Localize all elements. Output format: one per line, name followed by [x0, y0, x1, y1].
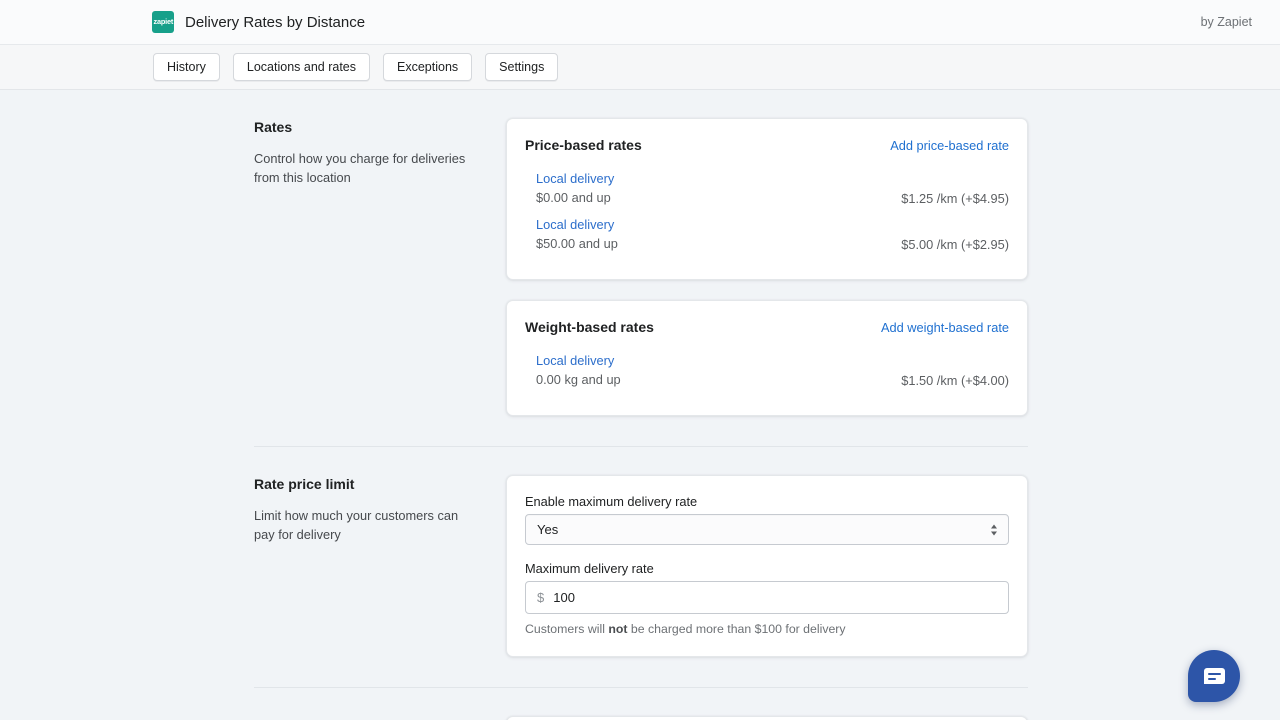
section-rates: Rates Control how you charge for deliver… — [0, 118, 1280, 416]
weight-based-rates-title: Weight-based rates — [525, 319, 654, 335]
rate-name-link[interactable]: Local delivery — [536, 352, 621, 370]
add-weight-based-rate-link[interactable]: Add weight-based rate — [881, 320, 1009, 335]
app-header: zapiet Delivery Rates by Distance by Zap… — [0, 0, 1280, 45]
currency-symbol: $ — [537, 590, 545, 605]
add-price-based-rate-link[interactable]: Add price-based rate — [890, 138, 1009, 153]
max-delivery-rate-help: Customers will not be charged more than … — [525, 622, 1009, 636]
max-delivery-rate-input-wrap[interactable]: $ — [525, 581, 1009, 614]
table-row: Local delivery 0.00 kg and up $1.50 /km … — [525, 347, 1009, 393]
page-title: Delivery Rates by Distance — [185, 13, 366, 31]
section-rate-price-limit-card-wrap: Enable maximum delivery rate Yes Maximum… — [506, 475, 1028, 657]
help-emphasis: not — [608, 622, 628, 636]
section-rate-price-limit-description: Limit how much your customers can pay fo… — [254, 508, 459, 542]
price-based-rates-card: Price-based rates Add price-based rate L… — [506, 118, 1028, 280]
section-rates-title: Rates — [254, 119, 293, 135]
tab-history[interactable]: History — [153, 53, 220, 81]
rate-threshold: $0.00 and up — [536, 190, 611, 205]
enable-max-delivery-rate-select-wrap: Yes — [525, 514, 1009, 545]
section-rates-info: Rates Control how you charge for deliver… — [254, 118, 506, 187]
rate-threshold: 0.00 kg and up — [536, 372, 621, 387]
chat-bubble-icon — [1203, 668, 1225, 684]
rate-name-link[interactable]: Local delivery — [536, 170, 614, 188]
tab-settings[interactable]: Settings — [485, 53, 559, 81]
weight-based-rate-list: Local delivery 0.00 kg and up $1.50 /km … — [507, 335, 1027, 415]
price-based-rates-header: Price-based rates Add price-based rate — [507, 119, 1027, 153]
rate-threshold: $50.00 and up — [536, 236, 618, 251]
section-rate-price-limit: Rate price limit Limit how much your cus… — [0, 475, 1280, 657]
max-delivery-rate-input[interactable] — [553, 590, 997, 605]
enable-max-delivery-rate-select[interactable]: Yes — [525, 514, 1009, 545]
brand: zapiet Delivery Rates by Distance — [152, 11, 365, 33]
rate-name-link[interactable]: Local delivery — [536, 216, 618, 234]
zapiet-logo-icon: zapiet — [152, 11, 174, 33]
tab-exceptions[interactable]: Exceptions — [383, 53, 473, 81]
weight-based-rates-header: Weight-based rates Add weight-based rate — [507, 301, 1027, 335]
rate-price-limit-card: Enable maximum delivery rate Yes Maximum… — [506, 475, 1028, 657]
help-suffix: be charged more than $100 for delivery — [627, 622, 846, 636]
page-body: Rates Control how you charge for deliver… — [0, 90, 1280, 720]
table-row: Local delivery $0.00 and up $1.25 /km (+… — [525, 165, 1009, 211]
section-divider — [254, 687, 1028, 688]
tab-locations-and-rates[interactable]: Locations and rates — [232, 53, 371, 81]
rate-price: $1.25 /km (+$4.95) — [901, 191, 1009, 206]
section-rate-price-limit-title: Rate price limit — [254, 476, 355, 492]
app-byline: by Zapiet — [1200, 15, 1252, 29]
enable-max-delivery-rate-label: Enable maximum delivery rate — [525, 494, 698, 509]
nav-tab-bar: History Locations and rates Exceptions S… — [0, 45, 1280, 90]
section-advanced-card-wrap: Manually set latitude and longitude No — [506, 716, 1028, 720]
table-row: Local delivery $50.00 and up $5.00 /km (… — [525, 211, 1009, 257]
zapiet-logo-text: zapiet — [153, 18, 173, 26]
max-delivery-rate-group: Maximum delivery rate $ Customers will n… — [525, 561, 1009, 636]
section-divider — [254, 446, 1028, 447]
section-rates-cards: Price-based rates Add price-based rate L… — [506, 118, 1028, 416]
section-advanced: Advanced If the From section in History … — [0, 716, 1280, 720]
rate-price: $1.50 /km (+$4.00) — [901, 373, 1009, 388]
weight-based-rates-card: Weight-based rates Add weight-based rate… — [506, 300, 1028, 416]
price-based-rate-list: Local delivery $0.00 and up $1.25 /km (+… — [507, 153, 1027, 279]
advanced-card: Manually set latitude and longitude No — [506, 716, 1028, 720]
chat-launcher-button[interactable] — [1188, 650, 1240, 702]
section-advanced-info: Advanced If the From section in History … — [254, 716, 506, 720]
price-based-rates-title: Price-based rates — [525, 137, 642, 153]
help-prefix: Customers will — [525, 622, 609, 636]
section-rates-description: Control how you charge for deliveries fr… — [254, 151, 466, 185]
rate-price: $5.00 /km (+$2.95) — [901, 237, 1009, 252]
section-rate-price-limit-info: Rate price limit Limit how much your cus… — [254, 475, 506, 544]
max-delivery-rate-label: Maximum delivery rate — [525, 561, 654, 576]
